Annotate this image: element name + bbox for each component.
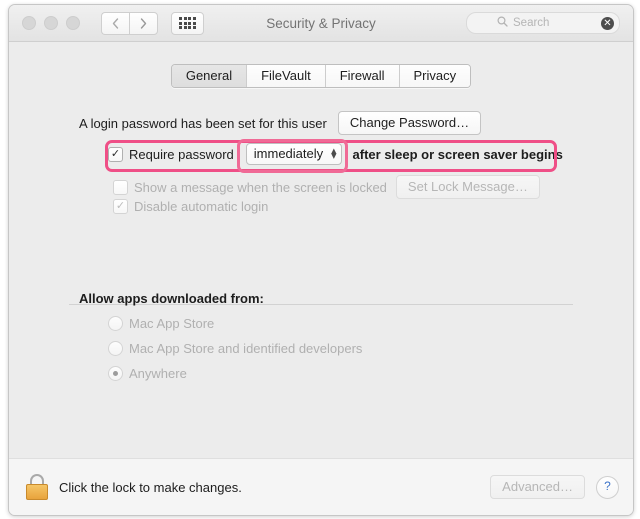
navigation-buttons <box>101 11 158 35</box>
traffic-lights <box>22 16 80 30</box>
lock-message-checkbox[interactable] <box>113 179 128 195</box>
help-button[interactable]: ? <box>596 475 619 499</box>
back-button[interactable] <box>101 11 129 35</box>
require-password-checkbox[interactable]: ✓ <box>108 146 123 162</box>
lock-icon[interactable] <box>26 474 48 500</box>
search-field[interactable]: Search ✕ <box>466 12 620 34</box>
radio-mac-app-store[interactable]: Mac App Store <box>108 316 214 331</box>
chevron-updown-icon: ▲ ▼ <box>331 146 337 160</box>
require-password-row: ✓ Require password immediately ▲ ▼ after … <box>108 143 563 165</box>
close-button[interactable] <box>22 16 36 30</box>
tab-general[interactable]: General <box>171 65 248 87</box>
tab-bar: General FileVault Firewall Privacy <box>9 64 633 88</box>
allow-apps-heading-row: Allow apps downloaded from: <box>79 291 264 306</box>
require-password-label: Require password <box>129 146 234 162</box>
search-icon <box>497 16 508 30</box>
chevron-left-icon <box>112 17 119 29</box>
advanced-button[interactable]: Advanced… <box>490 475 585 499</box>
pane-content: General FileVault Firewall Privacy A log… <box>9 42 633 458</box>
window-titlebar: Security & Privacy Search ✕ <box>9 5 633 42</box>
tab-privacy[interactable]: Privacy <box>399 65 471 87</box>
lock-message-row: Show a message when the screen is locked… <box>113 175 540 199</box>
radio-anywhere[interactable]: Anywhere <box>108 366 187 381</box>
radio-button-anywhere[interactable] <box>108 366 123 381</box>
show-all-button[interactable] <box>171 11 204 35</box>
bottom-bar-actions: Advanced… ? <box>490 475 619 499</box>
disable-auto-login-label: Disable automatic login <box>134 199 269 214</box>
disable-auto-login-checkbox[interactable]: ✓ <box>113 199 128 214</box>
chevron-right-icon <box>140 17 147 29</box>
require-password-delay-dropdown[interactable]: immediately ▲ ▼ <box>245 143 342 165</box>
password-status-label: A login password has been set for this u… <box>79 115 327 131</box>
tab-firewall[interactable]: Firewall <box>325 65 400 87</box>
bottom-bar: Click the lock to make changes. Advanced… <box>9 458 633 515</box>
lock-message-label: Show a message when the screen is locked <box>134 179 387 195</box>
change-password-button[interactable]: Change Password… <box>337 111 482 135</box>
preferences-window: Security & Privacy Search ✕ General File… <box>8 4 634 516</box>
radio-label-mac-app-store-and-developers: Mac App Store and identified developers <box>129 341 363 356</box>
minimize-button[interactable] <box>44 16 58 30</box>
radio-button-mac-app-store[interactable] <box>108 316 123 331</box>
delay-value: immediately <box>253 146 324 161</box>
forward-button[interactable] <box>129 11 158 35</box>
radio-button-mac-app-store-and-developers[interactable] <box>108 341 123 356</box>
radio-label-mac-app-store: Mac App Store <box>129 316 215 331</box>
radio-mac-app-store-and-developers[interactable]: Mac App Store and identified developers <box>108 341 362 356</box>
tab-filevault[interactable]: FileVault <box>247 65 326 87</box>
require-password-trailing-label: after sleep or screen saver begins <box>352 146 563 162</box>
lock-hint-label: Click the lock to make changes. <box>59 479 242 495</box>
password-status-row: A login password has been set for this u… <box>79 111 482 135</box>
search-placeholder: Search <box>513 17 550 29</box>
search-clear-button[interactable]: ✕ <box>601 16 614 30</box>
grid-icon <box>179 17 196 29</box>
allow-apps-heading: Allow apps downloaded from: <box>79 291 264 306</box>
zoom-button[interactable] <box>66 16 80 30</box>
disable-auto-login-row: ✓ Disable automatic login <box>113 199 268 214</box>
radio-label-anywhere: Anywhere <box>129 366 187 381</box>
set-lock-message-button[interactable]: Set Lock Message… <box>395 175 540 199</box>
